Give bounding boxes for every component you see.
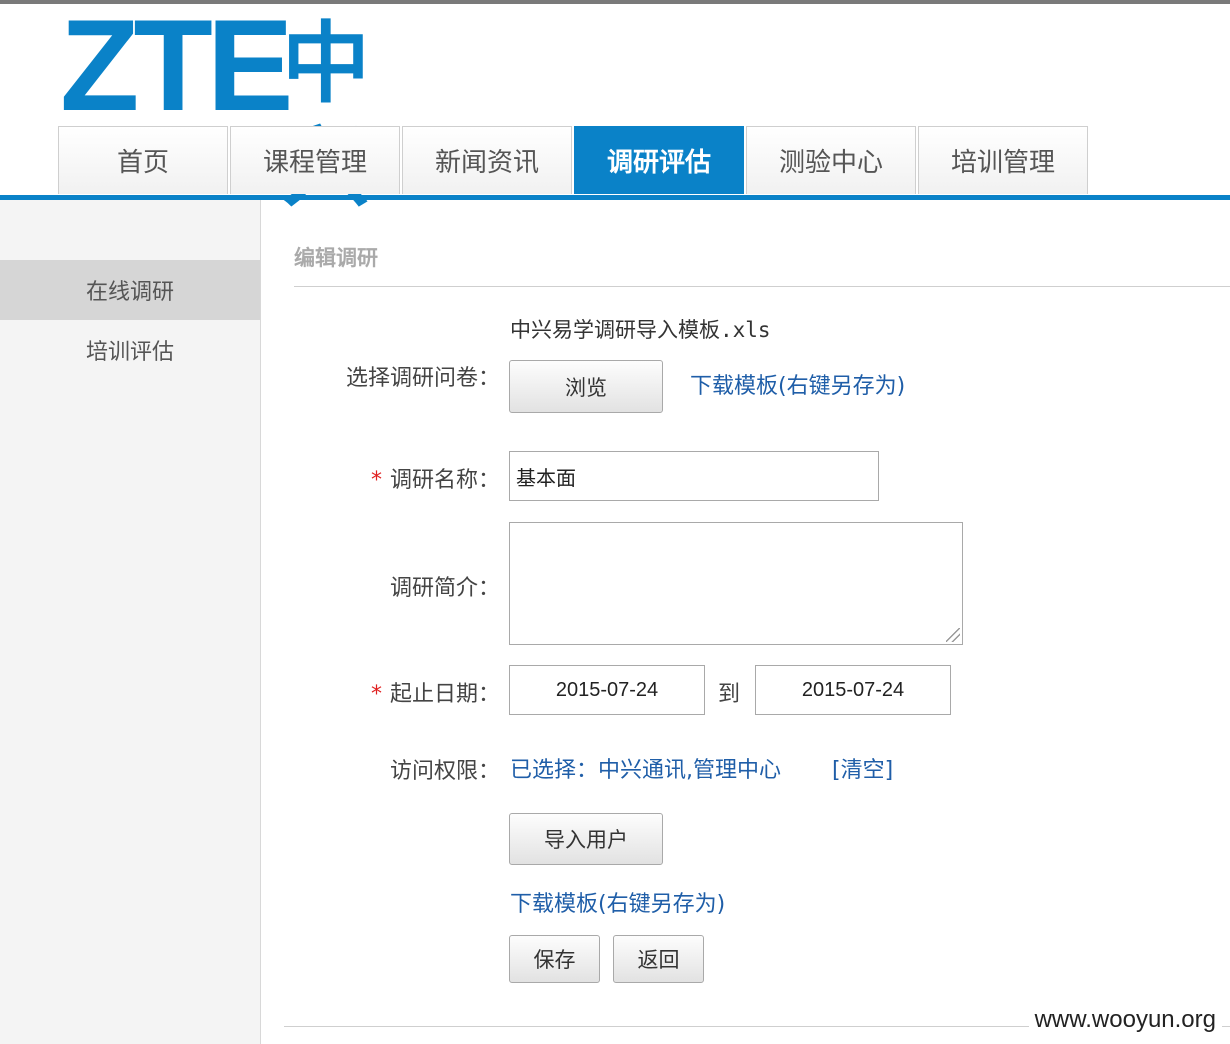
name-label: * 调研名称：: [290, 462, 500, 494]
dates-label: * 起止日期：: [290, 676, 500, 708]
label-colon: ：: [477, 576, 500, 601]
save-button[interactable]: 保存: [509, 935, 600, 983]
tab-training-management[interactable]: 培训管理: [918, 126, 1088, 194]
label-colon: ：: [477, 366, 500, 391]
access-selected-link[interactable]: 已选择：中兴通讯,管理中心: [510, 752, 781, 784]
tab-quiz-center[interactable]: 测验中心: [746, 126, 916, 194]
selected-filename: 中兴易学调研导入模板.xls: [510, 318, 771, 342]
tab-course-management[interactable]: 课程管理: [230, 126, 400, 194]
tab-survey-evaluation[interactable]: 调研评估: [574, 126, 744, 194]
start-date-input[interactable]: [509, 665, 705, 715]
back-button[interactable]: 返回: [613, 935, 704, 983]
browse-button[interactable]: 浏览: [509, 360, 663, 413]
survey-intro-textarea[interactable]: [509, 522, 963, 645]
resize-grip-icon[interactable]: [946, 628, 960, 642]
import-users-button[interactable]: 导入用户: [509, 813, 663, 865]
label-colon: ：: [477, 468, 500, 493]
name-label-text: 调研名称: [389, 468, 478, 493]
logo-latin: ZTE: [60, 0, 294, 138]
intro-label: 调研简介：: [290, 570, 500, 602]
file-label: 选择调研问卷：: [290, 360, 500, 392]
end-date-input[interactable]: [755, 665, 951, 715]
tab-home[interactable]: 首页: [58, 126, 228, 194]
intro-label-text: 调研简介: [389, 576, 478, 601]
page-title: 编辑调研: [294, 246, 378, 270]
access-label: 访问权限：: [290, 753, 500, 785]
access-label-text: 访问权限: [389, 759, 478, 784]
label-colon: ：: [477, 682, 500, 707]
label-colon: ：: [477, 759, 500, 784]
sidebar: 在线调研 培训评估: [0, 200, 261, 1044]
required-mark: *: [370, 682, 382, 707]
required-mark: *: [370, 468, 382, 493]
survey-name-input[interactable]: [509, 451, 879, 501]
sidebar-item-training-evaluation[interactable]: 培训评估: [0, 320, 260, 380]
download-user-template-link[interactable]: 下载模板(右键另存为): [510, 886, 725, 918]
dates-label-text: 起止日期: [389, 682, 478, 707]
date-separator: 到: [718, 682, 741, 707]
title-divider: [294, 286, 1230, 287]
sidebar-item-online-survey[interactable]: 在线调研: [0, 260, 260, 320]
download-template-link[interactable]: 下载模板(右键另存为): [690, 368, 905, 400]
watermark: www.wooyun.org: [1028, 1004, 1222, 1036]
clear-access-link[interactable]: [清空]: [832, 752, 893, 784]
tab-news[interactable]: 新闻资讯: [402, 126, 572, 194]
file-label-text: 选择调研问卷: [345, 366, 478, 391]
